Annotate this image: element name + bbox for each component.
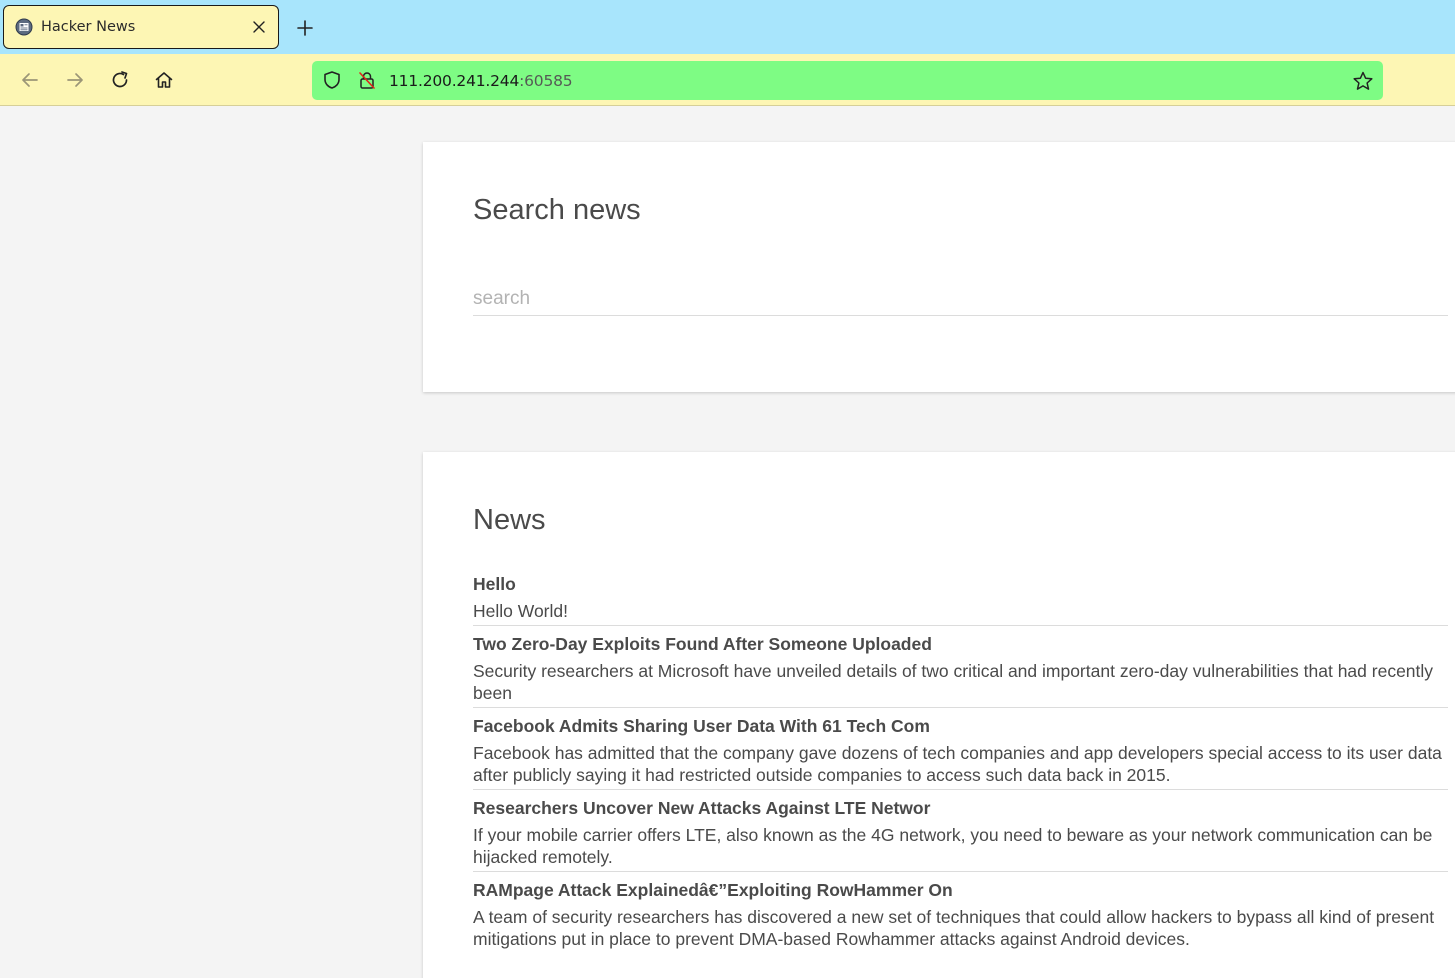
news-item: Two Zero-Day Exploits Found After Someon…	[473, 632, 1448, 708]
news-title[interactable]: Two Zero-Day Exploits Found After Someon…	[473, 632, 1448, 656]
url-bar[interactable]: 111.200.241.244:60585	[312, 61, 1383, 100]
page-icon	[14, 17, 34, 37]
search-heading: Search news	[473, 194, 641, 226]
search-card: Search news	[423, 142, 1455, 392]
plus-icon[interactable]	[293, 16, 317, 40]
url-port: :60585	[519, 72, 573, 90]
news-title[interactable]: Researchers Uncover New Attacks Against …	[473, 796, 1448, 820]
navigation-bar: 111.200.241.244:60585	[0, 54, 1455, 106]
shield-icon[interactable]	[322, 70, 342, 90]
tab-hacker-news[interactable]: Hacker News	[3, 5, 279, 49]
insecure-lock-icon[interactable]	[357, 70, 377, 90]
news-item: Researchers Uncover New Attacks Against …	[473, 796, 1448, 872]
news-heading: News	[473, 504, 546, 536]
news-body: Hello World!	[473, 601, 568, 621]
reload-icon[interactable]	[107, 67, 133, 93]
news-item: Hello Hello World!	[473, 572, 1448, 626]
news-card: News Hello Hello World! Two Zero-Day Exp…	[423, 452, 1455, 978]
news-body: Facebook has admitted that the company g…	[473, 742, 1442, 786]
close-icon[interactable]	[250, 18, 268, 36]
back-arrow-icon[interactable]	[17, 67, 43, 93]
news-title[interactable]: RAMpage Attack Explainedâ€”Exploiting Ro…	[473, 878, 1448, 902]
url-host: 111.200.241.244	[389, 72, 520, 90]
search-input[interactable]	[473, 282, 1448, 316]
news-body: Security researchers at Microsoft have u…	[473, 660, 1434, 704]
tab-title: Hacker News	[41, 19, 136, 35]
news-body: If your mobile carrier offers LTE, also …	[473, 824, 1433, 868]
tab-strip: Hacker News	[0, 0, 1455, 54]
news-title[interactable]: Hello	[473, 572, 1448, 596]
news-body: A team of security researchers has disco…	[473, 906, 1435, 950]
home-icon[interactable]	[151, 67, 177, 93]
forward-arrow-icon[interactable]	[62, 67, 88, 93]
news-item: RAMpage Attack Explainedâ€”Exploiting Ro…	[473, 878, 1448, 953]
url-text[interactable]: 111.200.241.244:60585	[389, 72, 573, 90]
bookmark-star-icon[interactable]	[1352, 70, 1374, 92]
news-list: Hello Hello World! Two Zero-Day Exploits…	[473, 572, 1448, 959]
news-item: Facebook Admits Sharing User Data With 6…	[473, 714, 1448, 790]
news-title[interactable]: Facebook Admits Sharing User Data With 6…	[473, 714, 1448, 738]
